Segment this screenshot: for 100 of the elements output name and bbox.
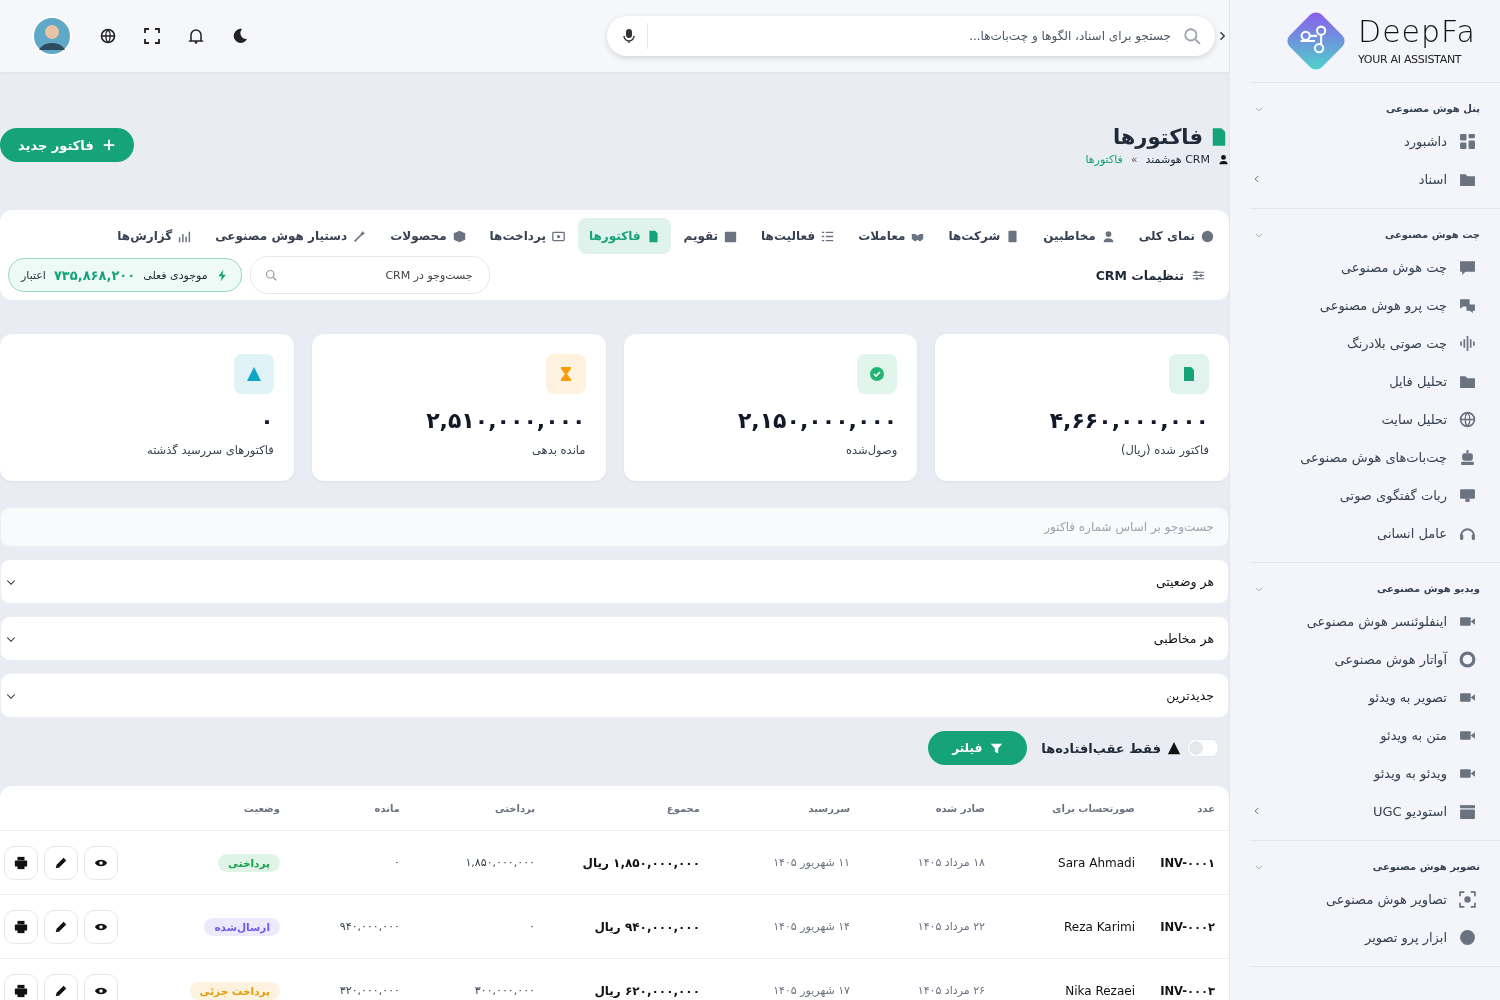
check-icon [869,366,886,382]
section-header[interactable]: پنل هوش مصنوعی [1250,97,1500,122]
table-cell-text: ۶۲۰,۰۰۰,۰۰۰ ریال [593,983,700,998]
sidebar-item[interactable]: چت هوش مصنوعی [1250,248,1500,286]
tab[interactable]: دستیار هوش مصنوعی [204,218,378,254]
grid-icon [1459,132,1476,150]
sidebar-item[interactable]: آواتار هوش مصنوعی [1250,640,1500,678]
search-icon [1183,27,1201,45]
table-cell-text: ۳۰۰,۰۰۰,۰۰۰ [473,984,535,997]
sidebar-item[interactable]: چت‌بات‌های هوش مصنوعی [1250,438,1500,476]
document-icon [646,229,660,243]
sidebar-item[interactable]: ابزار پرو تصویر [1250,918,1500,956]
chevron-left-icon [1252,806,1262,816]
status-tag: پرداختی [218,853,280,872]
section-header[interactable]: تصویر هوش مصنوعی [1250,855,1500,880]
sliders-icon [1192,268,1205,282]
tab[interactable]: گزارش‌ها [106,218,203,254]
section-header[interactable]: ویدیو هوش مصنوعی [1250,577,1500,602]
table-cell-text: ۹۴۰,۰۰۰,۰۰۰ ریال [593,919,700,934]
tab[interactable]: معاملات [847,218,936,254]
sidebar-item[interactable]: عامل انسانی [1250,514,1500,552]
overdue-toggle[interactable] [1187,739,1219,757]
table-cell-text: INV-۰۰۰۱ [1159,855,1215,870]
edit-button[interactable] [44,845,78,880]
edit-button[interactable] [44,909,78,944]
column-header: صادر شده [934,802,985,814]
sidebar-item[interactable]: ربات گفتگوی صوتی [1250,476,1500,514]
sidebar-item[interactable]: چت صوتی بلادرنگ [1250,324,1500,362]
table-cell-text: ۰ [393,856,400,869]
crm-settings-link[interactable]: تنظیمات CRM [1095,267,1205,283]
speech-bubbles-icon [1459,296,1476,314]
column-header: عدد [1196,802,1215,814]
sidebar-item[interactable]: داشبورد [1250,122,1500,160]
search-input[interactable]: جستجو برای اسناد، الگوها و چت‌بات‌ها... [658,28,1173,44]
print-button[interactable] [4,845,38,880]
avatar[interactable] [32,16,72,56]
filter-dropdown[interactable]: هر مخاطبی [0,616,1229,661]
breadcrumb-link[interactable]: CRM هوشمند [1145,152,1210,166]
chevron-left-icon [1252,174,1262,184]
sidebar-item[interactable]: تصاویر هوش مصنوعی [1250,880,1500,918]
tab[interactable]: نمای کلی [1127,218,1225,254]
breadcrumb-separator: » [1130,152,1138,166]
language-button[interactable] [100,28,116,44]
brand-tagline: YOUR AI ASSISTANT [1358,52,1462,66]
view-button[interactable] [84,909,118,944]
view-button[interactable] [84,973,118,1000]
view-button[interactable] [84,845,118,880]
sidebar-item[interactable]: متن به ویدئو [1250,716,1500,754]
sidebar-item[interactable]: تحلیل سایت [1250,400,1500,438]
stat-value: ۲,۵۱۰,۰۰۰,۰۰۰ [426,408,586,433]
filter-dropdown[interactable]: جدیدترین [0,673,1229,718]
printer-icon [14,983,28,998]
sidebar-item[interactable]: تحلیل فایل [1250,362,1500,400]
print-button[interactable] [4,973,38,1000]
brand-name: DeepFa [1358,16,1476,47]
crm-search-field[interactable]: جست‌وجو در CRM [249,256,490,294]
speech-bubble-icon [1459,258,1476,276]
balance-value: ۷۳۵,۸۶۸,۲۰۰ [53,267,136,283]
stat-label: وصول‌شده [845,443,898,457]
plus-icon [101,138,116,152]
tab[interactable]: مخاطبین [1032,218,1126,254]
tab[interactable]: محصولات [379,218,477,254]
filter-dropdown[interactable]: هر وضعیتی [0,559,1229,604]
balance-label: موجودی فعلی [143,268,208,282]
stat-value: ۴,۶۶۰,۰۰۰,۰۰۰ [1049,408,1209,433]
edit-button[interactable] [44,973,78,1000]
tab[interactable]: شرکت‌ها [937,218,1031,254]
globe-icon [1459,410,1476,428]
sidebar-item[interactable]: استودیو UGC [1250,792,1500,830]
sidebar-item[interactable]: اینفلوئنسر هوش مصنوعی [1250,602,1500,640]
table-cell-text: Reza Karimi [1063,919,1135,934]
microphone-icon [621,28,637,44]
notifications-button[interactable] [188,28,204,44]
status-tag: ارسال‌شده [204,917,280,936]
search-field[interactable]: جستجو برای اسناد، الگوها و چت‌بات‌ها... [607,16,1215,56]
invoice-search-field[interactable]: جست‌وجو بر اساس شماره فاکتور [0,507,1229,547]
sidebar-item[interactable]: اسناد [1250,160,1500,198]
column-header: وضعیت [242,802,280,814]
tab[interactable]: تقویم [672,218,749,254]
print-button[interactable] [4,909,38,944]
table-cell-text: ۹۴۰,۰۰۰,۰۰۰ [338,920,400,933]
clapperboard-icon [1459,802,1476,820]
column-header: صورتحساب برای [1051,802,1135,814]
table-cell-text: ۳۲۰,۰۰۰,۰۰۰ [338,984,400,997]
tab[interactable]: پرداخت‌ها [478,218,576,254]
balance-unit: اعتبار [21,268,46,282]
tab[interactable]: فعالیت‌ها [750,218,846,254]
toggle-label: فقط عقب‌افتاده‌ها [1041,740,1161,756]
sidebar-item[interactable]: تصویر به ویدئو [1250,678,1500,716]
fullscreen-button[interactable] [144,28,160,44]
monitor-icon [1459,486,1476,504]
printer-icon [14,919,28,934]
column-header: مانده [373,802,400,814]
theme-button[interactable] [232,28,248,44]
section-header[interactable]: چت هوش مصنوعی [1250,223,1500,248]
stat-value: ۲,۱۵۰,۰۰۰,۰۰۰ [737,408,898,433]
sidebar-item[interactable]: ویدئو به ویدئو [1250,754,1500,792]
sound-wave-icon [1459,334,1476,352]
sidebar-item[interactable]: چت پرو هوش مصنوعی [1250,286,1500,324]
stat-value: ۰ [260,408,274,433]
